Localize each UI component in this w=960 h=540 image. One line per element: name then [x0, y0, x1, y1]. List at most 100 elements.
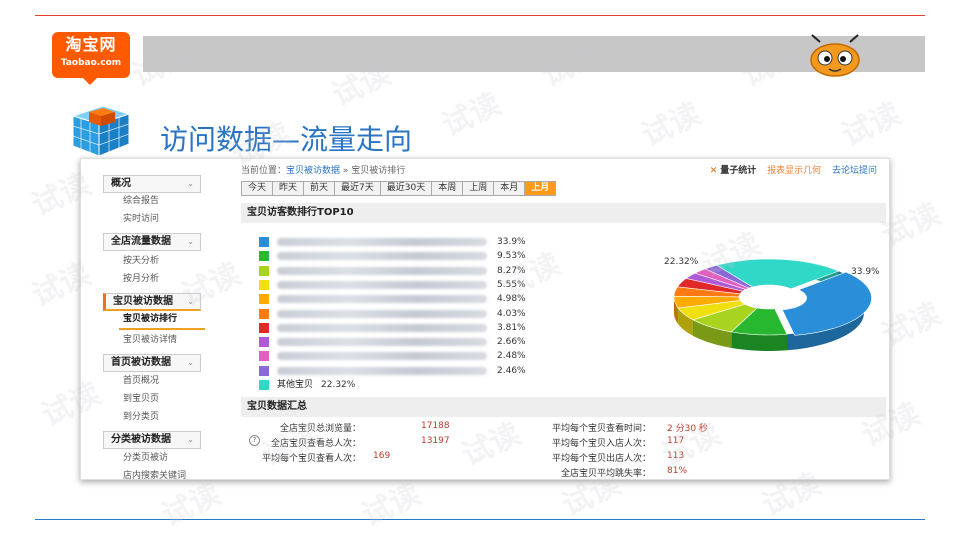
sidebar-group-item-visits[interactable]: 宝贝被访数据 ⌄ — [103, 293, 201, 311]
sidebar-item-item-ranking[interactable]: 宝贝被访排行 — [123, 313, 177, 325]
watermark-text: 试读 — [436, 86, 507, 144]
quantum-stat-label: 量子统计 — [720, 166, 757, 176]
sidebar-group-store-traffic[interactable]: 全店流量数据 ⌄ — [103, 233, 201, 251]
sidebar-item-search-keywords[interactable]: 店内搜索关键词 — [123, 470, 186, 479]
blurred-item-name[interactable] — [277, 323, 487, 332]
chevron-down-icon: ⌄ — [187, 237, 194, 246]
breadcrumb-current: 宝贝被访排行 — [351, 166, 406, 176]
sidebar: 概况 ⌄ 综合报告 实时访问 全店流量数据 ⌄ 按天分析 按月分析 宝贝被访数据… — [81, 159, 211, 479]
tab-last-week[interactable]: 上周 — [462, 181, 494, 196]
sidebar-item-to-category-page[interactable]: 到分类页 — [123, 411, 159, 423]
tab-last-7-days[interactable]: 最近7天 — [334, 181, 380, 196]
summary-value: 17188 — [421, 421, 450, 431]
legend-swatch — [259, 365, 269, 376]
blurred-item-name[interactable] — [277, 366, 487, 375]
legend-row: 5.55% — [259, 278, 559, 292]
summary-value: 113 — [667, 451, 685, 461]
summary-label: 平均每个宝贝查看人次： — [261, 454, 361, 464]
sidebar-item-item-details[interactable]: 宝贝被访详情 — [123, 334, 177, 346]
sidebar-group-homepage-visits[interactable]: 首页被访数据 ⌄ — [103, 354, 201, 372]
sidebar-item-to-item-page[interactable]: 到宝贝页 — [123, 393, 159, 405]
blurred-item-name[interactable] — [277, 309, 487, 318]
sidebar-item-summary[interactable]: 综合报告 — [123, 195, 159, 207]
sidebar-item-by-month[interactable]: 按月分析 — [123, 273, 159, 285]
tab-today[interactable]: 今天 — [241, 181, 273, 196]
tab-yesterday[interactable]: 昨天 — [272, 181, 304, 196]
chevron-down-icon: ⌄ — [187, 297, 194, 306]
blurred-item-name[interactable] — [277, 238, 487, 246]
tab-this-week[interactable]: 本周 — [431, 181, 463, 196]
summary-value: 81% — [667, 466, 688, 476]
watermark-text: 试读 — [836, 96, 907, 154]
legend-swatch — [259, 380, 269, 390]
summary-value: 117 — [667, 436, 685, 446]
logo-text: 淘宝网 — [65, 35, 117, 54]
legend-other-label: 其他宝贝 — [277, 380, 314, 390]
legend-percent: 4.98% — [497, 294, 526, 305]
legend-row: 2.48% — [259, 349, 559, 363]
legend-swatch — [259, 337, 269, 348]
legend-percent: 2.48% — [497, 351, 526, 362]
blurred-item-name[interactable] — [277, 280, 487, 289]
legend-swatch — [259, 265, 269, 276]
tab-last-month[interactable]: 上月 — [524, 181, 557, 196]
summary-label: 全店宝贝查看总人次： — [270, 439, 361, 449]
sidebar-item-by-day[interactable]: 按天分析 — [123, 255, 159, 267]
sidebar-group-label: 首页被访数据 — [111, 357, 171, 368]
blurred-item-name[interactable] — [277, 295, 487, 304]
legend-percent: 4.03% — [497, 308, 526, 319]
legend-percent: 33.9% — [497, 237, 526, 247]
legend-row: 4.98% — [259, 292, 559, 306]
sidebar-group-label: 分类被访数据 — [111, 434, 171, 445]
date-tabs: 今天 昨天 前天 最近7天 最近30天 本周 上周 本月 上月 — [241, 181, 557, 196]
legend-percent: 2.46% — [497, 365, 526, 376]
summary-label: 平均每个宝贝查看时间： — [551, 424, 651, 434]
blurred-item-name[interactable] — [277, 338, 487, 347]
report-link[interactable]: 报表显示几何 — [767, 166, 821, 176]
legend-swatch — [259, 308, 269, 319]
page-title: 访问数据—流量走向 — [160, 123, 413, 156]
summary-value: 169 — [373, 451, 391, 461]
breadcrumb-prefix: 当前位置： — [241, 166, 287, 176]
legend-row: 8.27% — [259, 264, 559, 278]
tab-last-30-days[interactable]: 最近30天 — [379, 181, 432, 196]
forum-link[interactable]: 去论坛提问 — [832, 166, 877, 176]
legend-swatch — [259, 237, 269, 247]
breadcrumb-separator: » — [340, 166, 352, 176]
legend-percent: 8.27% — [497, 265, 526, 276]
legend-row: 9.53% — [259, 249, 559, 263]
blurred-item-name[interactable] — [277, 352, 487, 361]
legend-other-percent: 22.32% — [321, 380, 356, 390]
legend-swatch — [259, 294, 269, 305]
legend-row: 2.46% — [259, 364, 559, 378]
main-panel: 当前位置：宝贝被访数据 » 宝贝被访排行 ✕ 量子统计 报表显示几何 去论坛提问… — [239, 159, 889, 479]
tab-this-month[interactable]: 本月 — [493, 181, 525, 196]
sidebar-group-label: 全店流量数据 — [111, 236, 171, 247]
top-divider — [35, 15, 925, 16]
sidebar-group-overview[interactable]: 概况 ⌄ — [103, 175, 201, 193]
pie-hole — [740, 286, 798, 308]
sidebar-item-realtime[interactable]: 实时访问 — [123, 213, 159, 225]
chevron-down-icon: ⌄ — [187, 358, 194, 367]
sidebar-group-category-visits[interactable]: 分类被访数据 ⌄ — [103, 431, 201, 449]
legend-percent: 2.66% — [497, 337, 526, 348]
blurred-item-name[interactable] — [277, 266, 487, 275]
logo-subtext: Taobao.com — [60, 58, 122, 68]
breadcrumb: 当前位置：宝贝被访数据 » 宝贝被访排行 — [241, 163, 405, 176]
sidebar-item-homepage-overview[interactable]: 首页概况 — [123, 375, 159, 387]
legend-row-other: 其他宝贝 22.32% — [259, 378, 559, 392]
chevron-down-icon: ⌄ — [187, 179, 194, 188]
legend-swatch — [259, 251, 269, 262]
sidebar-item-category-page[interactable]: 分类页被访 — [123, 452, 168, 464]
chevron-down-icon: ⌄ — [187, 435, 194, 444]
sidebar-group-label: 宝贝被访数据 — [113, 296, 173, 307]
summary-value: 2 分30 秒 — [667, 424, 708, 434]
breadcrumb-link[interactable]: 宝贝被访数据 — [286, 166, 340, 176]
sidebar-group-label: 概况 — [111, 178, 131, 189]
tab-day-before[interactable]: 前天 — [303, 181, 335, 196]
summary-label: 平均每个宝贝入店人次： — [551, 439, 651, 449]
active-item-underline — [119, 328, 205, 330]
legend-percent: 9.53% — [497, 251, 526, 262]
taobao-logo: 淘宝网 Taobao.com — [52, 32, 130, 85]
blurred-item-name[interactable] — [277, 252, 487, 261]
